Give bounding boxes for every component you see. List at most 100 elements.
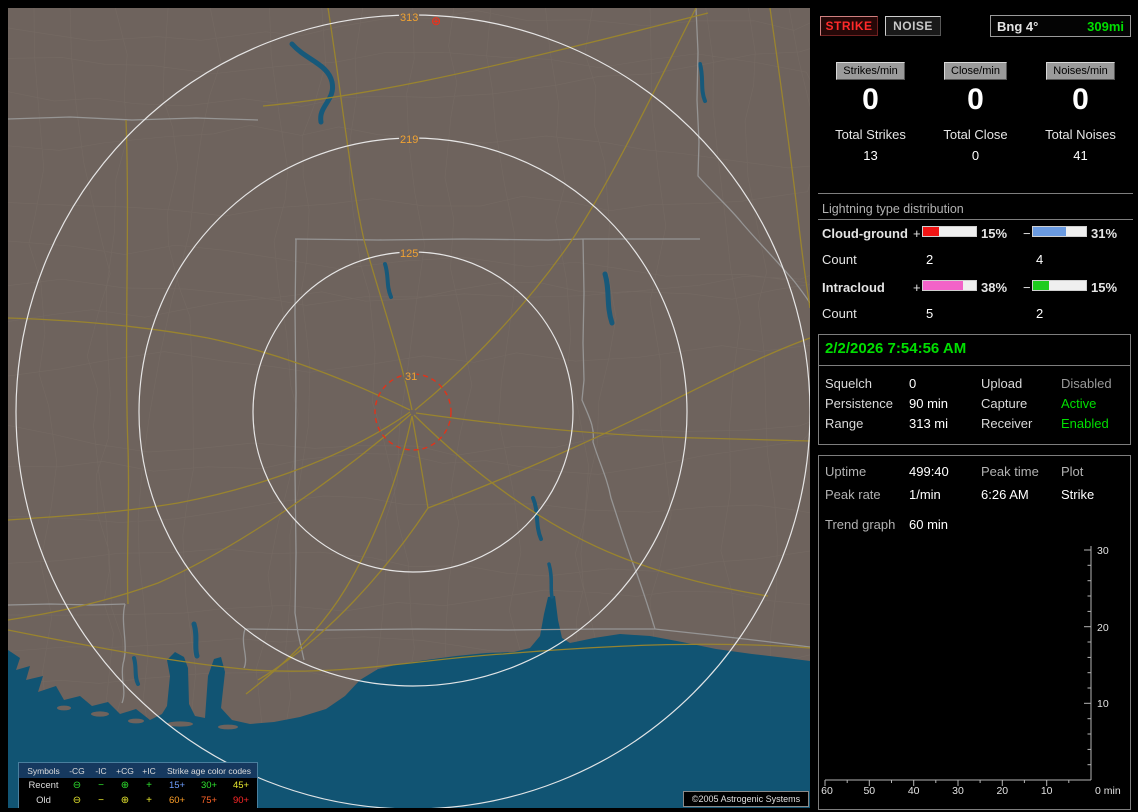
copyright-text: ©2005 Astrogenic Systems — [691, 794, 801, 804]
ic-plus-bar — [922, 280, 977, 291]
noises-counter: Noises/min 0 Total Noises 41 — [1028, 62, 1133, 163]
uptime-label: Uptime — [825, 464, 867, 479]
plot-value: Strike — [1061, 487, 1095, 502]
pos-cg-old-icon: ⊕ — [120, 795, 130, 806]
persistence-value: 90 min — [909, 396, 949, 411]
cg-minus-sign: − — [1023, 226, 1031, 241]
cg-plus-count: 2 — [926, 252, 934, 267]
ic-minus-count: 2 — [1036, 306, 1044, 321]
copyright-badge: ©2005 Astrogenic Systems — [683, 791, 809, 807]
receiver-label: Receiver — [981, 416, 1033, 431]
x-tick-20: 20 — [996, 785, 1008, 797]
strikes-per-min-value: 0 — [862, 83, 879, 116]
distribution-row-intracloud: Intracloud + 38% − 15% — [818, 280, 1133, 296]
x-tick-60: 60 — [821, 785, 833, 797]
noises-per-min-button[interactable]: Noises/min — [1046, 62, 1115, 80]
pos-ic-old-icon: + — [146, 795, 152, 806]
age-75: 75+ — [200, 795, 218, 806]
trend-graph-value: 60 min — [909, 517, 949, 532]
age-60: 60+ — [168, 795, 186, 806]
cg-plus-pct: 15% — [981, 226, 1008, 241]
count-label: Count — [822, 306, 857, 321]
age-45: 45+ — [232, 780, 250, 791]
graph-tick-labels: 30 20 10 0 min 60 50 40 30 20 10 — [821, 545, 1121, 797]
map-canvas[interactable]: 313 219 125 31 ⊕ — [8, 8, 810, 808]
bearing-range-display: Bng 4° 309mi — [990, 15, 1131, 37]
ic-minus-bar — [1032, 280, 1087, 291]
capture-status: Active — [1061, 396, 1097, 411]
lightning-map[interactable]: 313 219 125 31 ⊕ Symbols -CG -IC +CG +IC… — [8, 8, 810, 808]
close-counter: Close/min 0 Total Close 0 — [923, 62, 1028, 163]
x-tick-50: 50 — [863, 785, 875, 797]
strike-button[interactable]: STRIKE — [820, 16, 878, 36]
uptime-value: 499:40 — [909, 464, 949, 479]
nexstorm-window: 313 219 125 31 ⊕ Symbols -CG -IC +CG +IC… — [0, 0, 1138, 812]
legend-col-neg-cg: -CG — [65, 763, 89, 778]
plot-label: Plot — [1061, 464, 1084, 479]
ring-label-219: 219 — [400, 134, 418, 146]
y-tick-20: 20 — [1097, 622, 1109, 634]
neg-ic-recent-icon: − — [98, 780, 104, 791]
total-strikes-label: Total Strikes — [835, 127, 906, 142]
close-per-min-button[interactable]: Close/min — [944, 62, 1007, 80]
strikes-counter: Strikes/min 0 Total Strikes 13 — [818, 62, 923, 163]
count-label: Count — [822, 252, 857, 267]
divider — [818, 193, 1133, 194]
ic-minus-sign: − — [1023, 280, 1031, 295]
range-label: Range — [825, 416, 864, 431]
cloud-ground-label: Cloud-ground — [822, 226, 908, 241]
legend-recent-label: Recent — [28, 780, 59, 791]
age-15: 15+ — [168, 780, 186, 791]
ring-label-31: 31 — [405, 371, 417, 383]
map-legend: Symbols -CG -IC +CG +IC Strike age color… — [18, 762, 258, 808]
close-per-min-value: 0 — [967, 83, 984, 116]
stats-row: Uptime 499:40 Peak time Plot — [819, 464, 1130, 480]
y-tick-10: 10 — [1097, 698, 1109, 710]
legend-col-neg-ic: -IC — [89, 763, 113, 778]
ring-label-125: 125 — [400, 248, 418, 260]
capture-label: Capture — [981, 396, 1028, 411]
status-row: Range 313 mi Receiver Enabled — [819, 416, 1130, 432]
squelch-value: 0 — [909, 376, 917, 391]
noises-per-min-value: 0 — [1072, 83, 1089, 116]
cg-minus-pct: 31% — [1091, 226, 1118, 241]
strikes-per-min-button[interactable]: Strikes/min — [836, 62, 905, 80]
status-row: Persistence 90 min Capture Active — [819, 396, 1130, 412]
neg-ic-old-icon: − — [98, 795, 104, 806]
legend-col-pos-ic: +IC — [137, 763, 161, 778]
ic-plus-pct: 38% — [981, 280, 1008, 295]
bearing-value: Bng 4° — [997, 18, 1039, 34]
noise-strike-icon: ⊕ — [431, 14, 441, 28]
legend-old-label: Old — [36, 795, 51, 806]
count-row-cloud-ground: Count 2 4 — [818, 252, 1133, 268]
cg-plus-bar — [922, 226, 977, 237]
distribution-row-cloud-ground: Cloud-ground + 15% − 31% — [818, 226, 1133, 242]
ic-plus-sign: + — [913, 280, 921, 295]
distribution-title: Lightning type distribution — [822, 202, 964, 216]
pos-cg-recent-icon: ⊕ — [120, 780, 130, 791]
total-strikes-value: 13 — [863, 148, 878, 163]
legend-symbols-header: Symbols — [19, 763, 65, 778]
total-noises-label: Total Noises — [1045, 127, 1116, 142]
count-row-intracloud: Count 5 2 — [818, 306, 1133, 322]
stats-row: Peak rate 1/min 6:26 AM Strike — [819, 487, 1130, 503]
trend-graph: 30 20 10 0 min 60 50 40 30 20 10 — [821, 545, 1121, 797]
range-value: 313 mi — [909, 416, 949, 431]
neg-cg-recent-icon: ⊖ — [72, 780, 82, 791]
peak-rate-label: Peak rate — [825, 487, 881, 502]
divider — [819, 365, 1130, 366]
y-tick-30: 30 — [1097, 545, 1109, 557]
pos-ic-recent-icon: + — [146, 780, 152, 791]
ic-plus-count: 5 — [926, 306, 934, 321]
upload-label: Upload — [981, 376, 1023, 391]
peak-time-label: Peak time — [981, 464, 1039, 479]
cg-minus-count: 4 — [1036, 252, 1044, 267]
rate-counters: Strikes/min 0 Total Strikes 13 Close/min… — [818, 62, 1133, 163]
cg-plus-sign: + — [913, 226, 921, 241]
legend-col-pos-cg: +CG — [113, 763, 137, 778]
noise-button[interactable]: NOISE — [885, 16, 941, 36]
datetime: 2/2/2026 7:54:56 AM — [825, 340, 967, 357]
side-panel: STRIKE NOISE Bng 4° 309mi Strikes/min 0 … — [818, 8, 1133, 810]
trend-graph-row: Trend graph 60 min — [819, 517, 1130, 533]
ring-label-313: 313 — [400, 12, 418, 24]
